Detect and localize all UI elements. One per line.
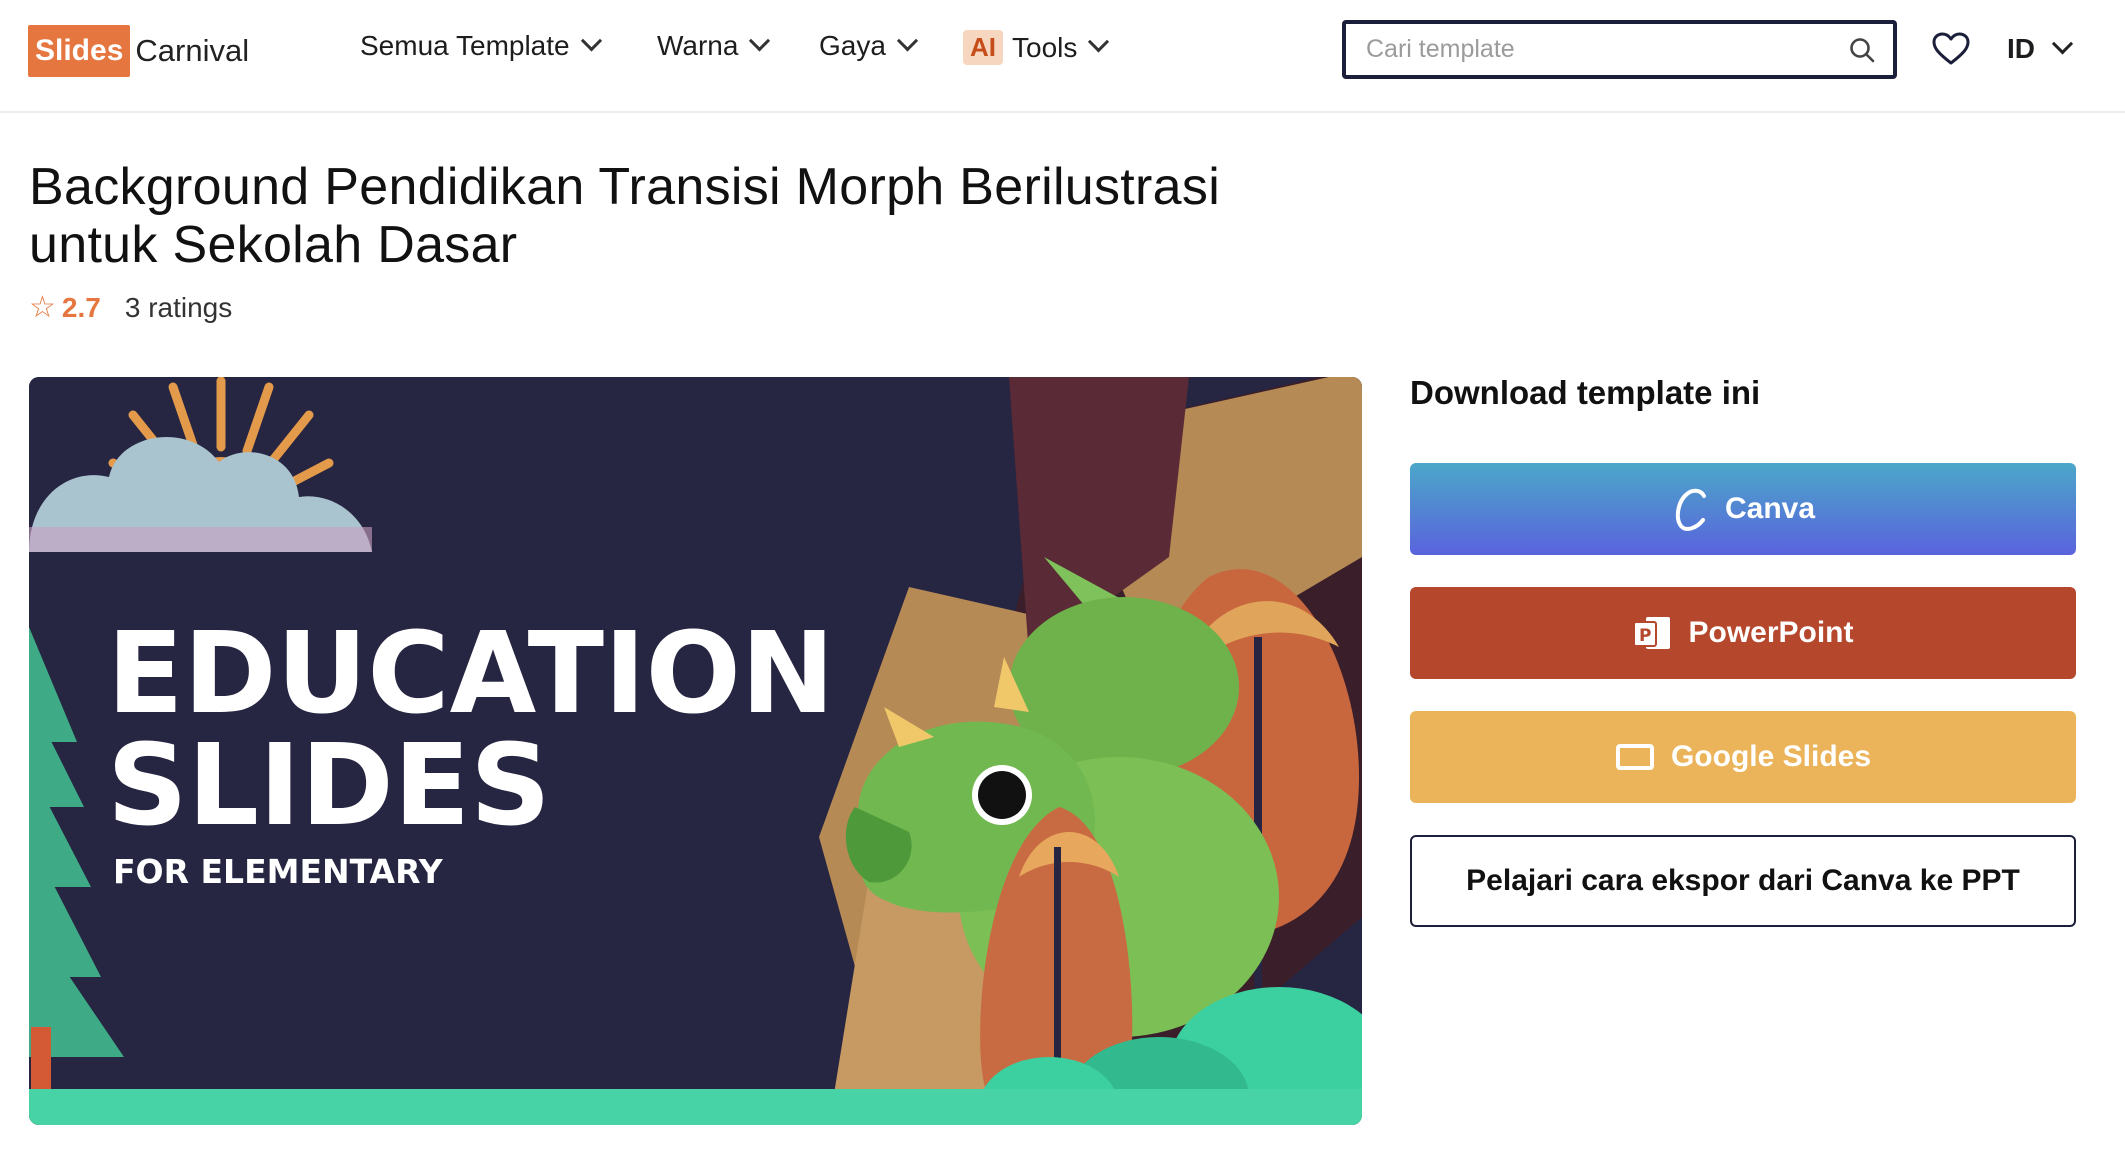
nav-warna[interactable]: Warna: [657, 29, 771, 62]
nav-label: Semua Template: [360, 30, 570, 61]
download-canva-button[interactable]: Canva: [1410, 463, 2076, 555]
nav-ai-tools[interactable]: AI Tools: [963, 30, 1110, 65]
rating-count: 3 ratings: [124, 291, 233, 323]
search-icon[interactable]: [1849, 37, 1875, 63]
site-header: Slides Carnival Semua Template Warna Gay…: [0, 0, 2125, 113]
heart-icon[interactable]: [1932, 32, 1970, 66]
nav-gaya[interactable]: Gaya: [819, 29, 919, 62]
nav-label: Gaya: [819, 30, 886, 61]
chevron-down-icon: [580, 29, 602, 51]
chevron-down-icon: [2051, 32, 2074, 54]
page-title: Background Pendidikan Transisi Morph Ber…: [29, 158, 1329, 274]
google-slides-icon: [1615, 742, 1655, 772]
google-slides-label: Google Slides: [1670, 740, 1872, 773]
canva-label: Canva: [1724, 492, 1816, 525]
ground: [29, 1089, 1362, 1125]
chevron-down-icon: [749, 29, 771, 51]
preview-heading-line1: EDUCATION: [107, 609, 835, 739]
nav-semua-template[interactable]: Semua Template: [360, 29, 602, 62]
preview-heading-line2: SLIDES: [107, 721, 551, 851]
download-title: Download template ini: [1410, 374, 1761, 411]
nav-label: Warna: [657, 30, 739, 61]
nav-label: Tools: [1012, 31, 1078, 63]
site-logo[interactable]: Slides Carnival: [28, 25, 249, 77]
star-icon: ☆: [29, 291, 56, 324]
page-title-line2: untuk Sekolah Dasar: [29, 216, 518, 274]
chevron-down-icon: [1088, 31, 1110, 53]
download-powerpoint-button[interactable]: P PowerPoint: [1410, 587, 2076, 679]
ai-badge: AI: [963, 30, 1003, 65]
template-preview-image[interactable]: EDUCATION SLIDES FOR ELEMENTARY: [29, 377, 1362, 1125]
logo-badge: Slides: [28, 25, 131, 77]
powerpoint-icon: P: [1632, 613, 1672, 653]
search-input[interactable]: [1364, 34, 1828, 65]
svg-text:P: P: [1639, 626, 1651, 646]
search-box: [1342, 20, 1897, 79]
preview-illustration: EDUCATION SLIDES FOR ELEMENTARY: [29, 377, 1362, 1125]
download-google-slides-button[interactable]: Google Slides: [1410, 711, 2076, 803]
page-title-line1: Background Pendidikan Transisi Morph Ber…: [29, 158, 1221, 216]
language-label: ID: [2007, 33, 2035, 64]
language-selector[interactable]: ID: [2007, 32, 2074, 65]
preview-subheading: FOR ELEMENTARY: [113, 852, 444, 891]
learn-export-label: Pelajari cara ekspor dari Canva ke PPT: [1466, 864, 2020, 897]
chevron-down-icon: [896, 29, 919, 51]
powerpoint-label: PowerPoint: [1688, 616, 1854, 649]
canva-icon: [1671, 486, 1709, 532]
logo-text: Carnival: [135, 33, 250, 68]
rating: ☆ 2.7 3 ratings: [29, 290, 232, 325]
rating-score: 2.7: [61, 291, 101, 323]
learn-export-button[interactable]: Pelajari cara ekspor dari Canva ke PPT: [1410, 835, 2076, 927]
